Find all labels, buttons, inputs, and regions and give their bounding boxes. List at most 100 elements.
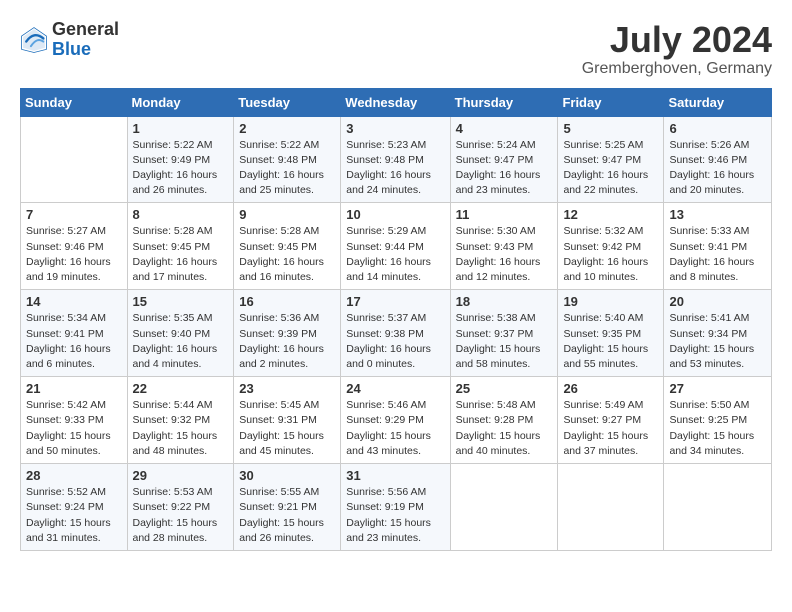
day-info: Sunrise: 5:26 AM Sunset: 9:46 PM Dayligh… (669, 138, 766, 199)
day-info: Sunrise: 5:36 AM Sunset: 9:39 PM Dayligh… (239, 311, 335, 372)
calendar-cell: 14 Sunrise: 5:34 AM Sunset: 9:41 PM Dayli… (21, 290, 128, 377)
day-number: 14 (26, 294, 122, 309)
day-info: Sunrise: 5:44 AM Sunset: 9:32 PM Dayligh… (133, 398, 229, 459)
calendar-cell: 25 Sunrise: 5:48 AM Sunset: 9:28 PM Dayli… (450, 377, 558, 464)
calendar-cell: 26 Sunrise: 5:49 AM Sunset: 9:27 PM Dayli… (558, 377, 664, 464)
calendar-cell: 5Sunrise: 5:25 AM Sunset: 9:47 PM Daylig… (558, 116, 664, 203)
calendar-cell: 24 Sunrise: 5:46 AM Sunset: 9:29 PM Dayli… (341, 377, 450, 464)
day-info: Sunrise: 5:42 AM Sunset: 9:33 PM Dayligh… (26, 398, 122, 459)
header-monday: Monday (127, 88, 234, 116)
header-tuesday: Tuesday (234, 88, 341, 116)
day-number: 10 (346, 207, 444, 222)
day-info: Sunrise: 5:29 AM Sunset: 9:44 PM Dayligh… (346, 224, 444, 285)
calendar-cell: 29 Sunrise: 5:53 AM Sunset: 9:22 PM Dayli… (127, 464, 234, 551)
day-info: Sunrise: 5:49 AM Sunset: 9:27 PM Dayligh… (563, 398, 658, 459)
calendar-cell: 23 Sunrise: 5:45 AM Sunset: 9:31 PM Dayli… (234, 377, 341, 464)
day-info: Sunrise: 5:40 AM Sunset: 9:35 PM Dayligh… (563, 311, 658, 372)
calendar-cell: 13Sunrise: 5:33 AM Sunset: 9:41 PM Dayli… (664, 203, 772, 290)
day-info: Sunrise: 5:53 AM Sunset: 9:22 PM Dayligh… (133, 485, 229, 546)
day-info: Sunrise: 5:28 AM Sunset: 9:45 PM Dayligh… (133, 224, 229, 285)
day-number: 17 (346, 294, 444, 309)
location-subtitle: Gremberghoven, Germany (582, 60, 772, 78)
calendar-cell: 18Sunrise: 5:38 AM Sunset: 9:37 PM Dayli… (450, 290, 558, 377)
week-row-4: 21Sunrise: 5:42 AM Sunset: 9:33 PM Dayli… (21, 377, 772, 464)
day-info: Sunrise: 5:28 AM Sunset: 9:45 PM Dayligh… (239, 224, 335, 285)
calendar-cell: 15Sunrise: 5:35 AM Sunset: 9:40 PM Dayli… (127, 290, 234, 377)
calendar-cell: 3 Sunrise: 5:23 AM Sunset: 9:48 PM Daylig… (341, 116, 450, 203)
logo: General Blue (20, 20, 119, 60)
day-number: 22 (133, 381, 229, 396)
header-friday: Friday (558, 88, 664, 116)
day-info: Sunrise: 5:35 AM Sunset: 9:40 PM Dayligh… (133, 311, 229, 372)
calendar-cell: 28Sunrise: 5:52 AM Sunset: 9:24 PM Dayli… (21, 464, 128, 551)
calendar-cell (558, 464, 664, 551)
calendar-table: SundayMondayTuesdayWednesdayThursdayFrid… (20, 88, 772, 551)
calendar-cell: 12 Sunrise: 5:32 AM Sunset: 9:42 PM Dayli… (558, 203, 664, 290)
week-row-2: 7 Sunrise: 5:27 AM Sunset: 9:46 PM Daylig… (21, 203, 772, 290)
calendar-cell: 21Sunrise: 5:42 AM Sunset: 9:33 PM Dayli… (21, 377, 128, 464)
day-info: Sunrise: 5:46 AM Sunset: 9:29 PM Dayligh… (346, 398, 444, 459)
calendar-cell: 8 Sunrise: 5:28 AM Sunset: 9:45 PM Daylig… (127, 203, 234, 290)
calendar-cell: 17 Sunrise: 5:37 AM Sunset: 9:38 PM Dayli… (341, 290, 450, 377)
calendar-cell (664, 464, 772, 551)
day-number: 25 (456, 381, 553, 396)
day-number: 30 (239, 468, 335, 483)
page-header: General Blue July 2024 Gremberghoven, Ge… (20, 20, 772, 78)
calendar-cell: 11 Sunrise: 5:30 AM Sunset: 9:43 PM Dayli… (450, 203, 558, 290)
week-row-1: 1 Sunrise: 5:22 AM Sunset: 9:49 PM Daylig… (21, 116, 772, 203)
header-thursday: Thursday (450, 88, 558, 116)
header-saturday: Saturday (664, 88, 772, 116)
day-number: 26 (563, 381, 658, 396)
logo-text: General Blue (52, 20, 119, 60)
day-info: Sunrise: 5:23 AM Sunset: 9:48 PM Dayligh… (346, 138, 444, 199)
calendar-cell: 9Sunrise: 5:28 AM Sunset: 9:45 PM Daylig… (234, 203, 341, 290)
day-info: Sunrise: 5:34 AM Sunset: 9:41 PM Dayligh… (26, 311, 122, 372)
day-number: 23 (239, 381, 335, 396)
day-info: Sunrise: 5:24 AM Sunset: 9:47 PM Dayligh… (456, 138, 553, 199)
day-info: Sunrise: 5:45 AM Sunset: 9:31 PM Dayligh… (239, 398, 335, 459)
calendar-cell: 27Sunrise: 5:50 AM Sunset: 9:25 PM Dayli… (664, 377, 772, 464)
day-number: 4 (456, 121, 553, 136)
day-info: Sunrise: 5:56 AM Sunset: 9:19 PM Dayligh… (346, 485, 444, 546)
day-info: Sunrise: 5:32 AM Sunset: 9:42 PM Dayligh… (563, 224, 658, 285)
calendar-cell: 2Sunrise: 5:22 AM Sunset: 9:48 PM Daylig… (234, 116, 341, 203)
day-info: Sunrise: 5:55 AM Sunset: 9:21 PM Dayligh… (239, 485, 335, 546)
day-number: 13 (669, 207, 766, 222)
day-info: Sunrise: 5:25 AM Sunset: 9:47 PM Dayligh… (563, 138, 658, 199)
logo-icon (20, 26, 48, 54)
calendar-header-row: SundayMondayTuesdayWednesdayThursdayFrid… (21, 88, 772, 116)
calendar-cell: 4 Sunrise: 5:24 AM Sunset: 9:47 PM Daylig… (450, 116, 558, 203)
day-number: 31 (346, 468, 444, 483)
day-info: Sunrise: 5:22 AM Sunset: 9:49 PM Dayligh… (133, 138, 229, 199)
title-block: July 2024 Gremberghoven, Germany (582, 20, 772, 78)
day-info: Sunrise: 5:27 AM Sunset: 9:46 PM Dayligh… (26, 224, 122, 285)
day-info: Sunrise: 5:41 AM Sunset: 9:34 PM Dayligh… (669, 311, 766, 372)
calendar-cell (21, 116, 128, 203)
day-info: Sunrise: 5:37 AM Sunset: 9:38 PM Dayligh… (346, 311, 444, 372)
day-number: 24 (346, 381, 444, 396)
calendar-cell: 6Sunrise: 5:26 AM Sunset: 9:46 PM Daylig… (664, 116, 772, 203)
day-info: Sunrise: 5:22 AM Sunset: 9:48 PM Dayligh… (239, 138, 335, 199)
day-number: 28 (26, 468, 122, 483)
day-number: 11 (456, 207, 553, 222)
day-number: 1 (133, 121, 229, 136)
day-number: 3 (346, 121, 444, 136)
day-number: 29 (133, 468, 229, 483)
day-info: Sunrise: 5:30 AM Sunset: 9:43 PM Dayligh… (456, 224, 553, 285)
day-info: Sunrise: 5:48 AM Sunset: 9:28 PM Dayligh… (456, 398, 553, 459)
day-info: Sunrise: 5:50 AM Sunset: 9:25 PM Dayligh… (669, 398, 766, 459)
week-row-3: 14 Sunrise: 5:34 AM Sunset: 9:41 PM Dayli… (21, 290, 772, 377)
day-number: 19 (563, 294, 658, 309)
day-number: 8 (133, 207, 229, 222)
calendar-cell: 31 Sunrise: 5:56 AM Sunset: 9:19 PM Dayli… (341, 464, 450, 551)
day-number: 12 (563, 207, 658, 222)
calendar-cell: 30 Sunrise: 5:55 AM Sunset: 9:21 PM Dayli… (234, 464, 341, 551)
week-row-5: 28Sunrise: 5:52 AM Sunset: 9:24 PM Dayli… (21, 464, 772, 551)
day-number: 20 (669, 294, 766, 309)
day-number: 7 (26, 207, 122, 222)
calendar-cell: 10 Sunrise: 5:29 AM Sunset: 9:44 PM Dayli… (341, 203, 450, 290)
calendar-cell: 20 Sunrise: 5:41 AM Sunset: 9:34 PM Dayli… (664, 290, 772, 377)
header-wednesday: Wednesday (341, 88, 450, 116)
calendar-cell: 7 Sunrise: 5:27 AM Sunset: 9:46 PM Daylig… (21, 203, 128, 290)
calendar-cell: 1 Sunrise: 5:22 AM Sunset: 9:49 PM Daylig… (127, 116, 234, 203)
